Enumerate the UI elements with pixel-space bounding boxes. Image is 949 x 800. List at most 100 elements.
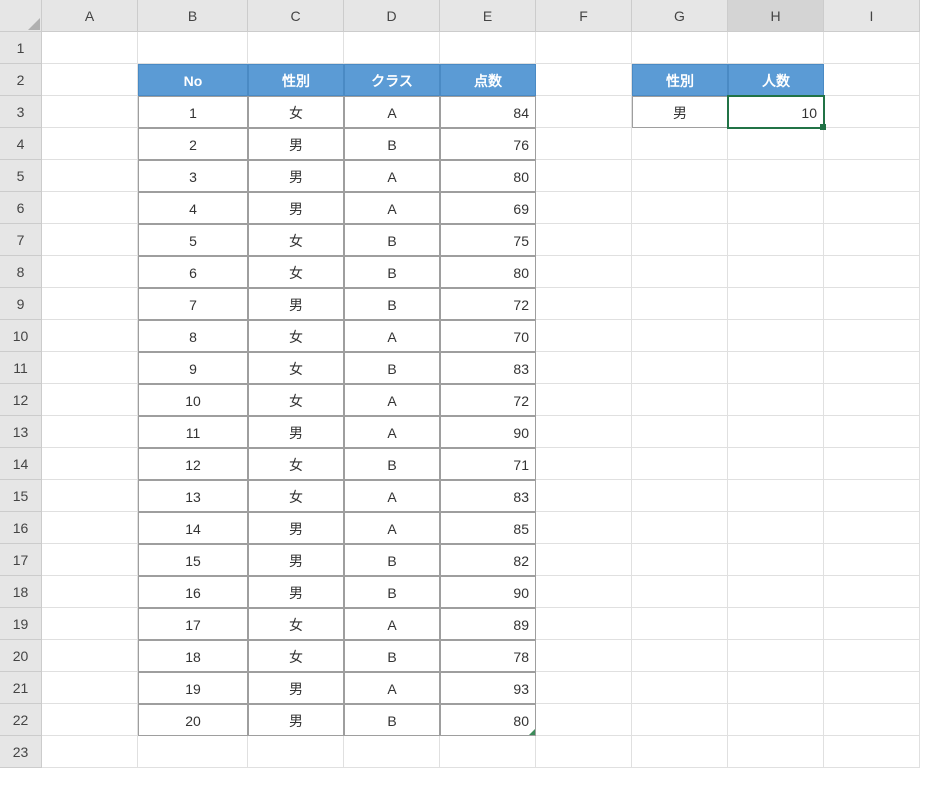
cell-E22[interactable]: 80 — [440, 704, 536, 736]
row-header-2[interactable]: 2 — [0, 64, 42, 96]
row-header-18[interactable]: 18 — [0, 576, 42, 608]
cell-A14[interactable] — [42, 448, 138, 480]
select-all-corner[interactable] — [0, 0, 42, 32]
col-header-C[interactable]: C — [248, 0, 344, 32]
cell-E3[interactable]: 84 — [440, 96, 536, 128]
cell-B11[interactable]: 9 — [138, 352, 248, 384]
cell-D14[interactable]: B — [344, 448, 440, 480]
row-header-3[interactable]: 3 — [0, 96, 42, 128]
row-header-9[interactable]: 9 — [0, 288, 42, 320]
cell-D3[interactable]: A — [344, 96, 440, 128]
cell-H11[interactable] — [728, 352, 824, 384]
cell-E15[interactable]: 83 — [440, 480, 536, 512]
cell-I10[interactable] — [824, 320, 920, 352]
cell-H12[interactable] — [728, 384, 824, 416]
row-header-1[interactable]: 1 — [0, 32, 42, 64]
cell-E13[interactable]: 90 — [440, 416, 536, 448]
cell-C19[interactable]: 女 — [248, 608, 344, 640]
cell-B19[interactable]: 17 — [138, 608, 248, 640]
col-header-B[interactable]: B — [138, 0, 248, 32]
cell-I20[interactable] — [824, 640, 920, 672]
col-header-D[interactable]: D — [344, 0, 440, 32]
cell-G18[interactable] — [632, 576, 728, 608]
cell-B5[interactable]: 3 — [138, 160, 248, 192]
cell-G22[interactable] — [632, 704, 728, 736]
cell-I4[interactable] — [824, 128, 920, 160]
cell-D18[interactable]: B — [344, 576, 440, 608]
cell-C5[interactable]: 男 — [248, 160, 344, 192]
cell-I2[interactable] — [824, 64, 920, 96]
cell-A3[interactable] — [42, 96, 138, 128]
cell-C21[interactable]: 男 — [248, 672, 344, 704]
cell-C3[interactable]: 女 — [248, 96, 344, 128]
cell-B15[interactable]: 13 — [138, 480, 248, 512]
cell-F3[interactable] — [536, 96, 632, 128]
cell-C22[interactable]: 男 — [248, 704, 344, 736]
cell-B6[interactable]: 4 — [138, 192, 248, 224]
cell-E18[interactable]: 90 — [440, 576, 536, 608]
cell-A18[interactable] — [42, 576, 138, 608]
cell-H9[interactable] — [728, 288, 824, 320]
cell-E23[interactable] — [440, 736, 536, 768]
cell-B13[interactable]: 11 — [138, 416, 248, 448]
cell-B1[interactable] — [138, 32, 248, 64]
cell-F7[interactable] — [536, 224, 632, 256]
cell-D13[interactable]: A — [344, 416, 440, 448]
cell-H6[interactable] — [728, 192, 824, 224]
cell-D4[interactable]: B — [344, 128, 440, 160]
cell-C7[interactable]: 女 — [248, 224, 344, 256]
cell-F5[interactable] — [536, 160, 632, 192]
row-header-5[interactable]: 5 — [0, 160, 42, 192]
cell-H15[interactable] — [728, 480, 824, 512]
cell-E17[interactable]: 82 — [440, 544, 536, 576]
row-header-4[interactable]: 4 — [0, 128, 42, 160]
col-header-F[interactable]: F — [536, 0, 632, 32]
cell-E10[interactable]: 70 — [440, 320, 536, 352]
cell-G6[interactable] — [632, 192, 728, 224]
row-header-17[interactable]: 17 — [0, 544, 42, 576]
cell-C11[interactable]: 女 — [248, 352, 344, 384]
cell-D20[interactable]: B — [344, 640, 440, 672]
col-header-A[interactable]: A — [42, 0, 138, 32]
row-header-15[interactable]: 15 — [0, 480, 42, 512]
cell-G15[interactable] — [632, 480, 728, 512]
cell-I17[interactable] — [824, 544, 920, 576]
cell-G10[interactable] — [632, 320, 728, 352]
cell-G16[interactable] — [632, 512, 728, 544]
cell-F1[interactable] — [536, 32, 632, 64]
main-header-no[interactable]: No — [138, 64, 248, 96]
cell-B17[interactable]: 15 — [138, 544, 248, 576]
row-header-23[interactable]: 23 — [0, 736, 42, 768]
cell-D17[interactable]: B — [344, 544, 440, 576]
cell-F20[interactable] — [536, 640, 632, 672]
row-header-13[interactable]: 13 — [0, 416, 42, 448]
cell-C9[interactable]: 男 — [248, 288, 344, 320]
spreadsheet-grid[interactable]: A B C D E F G H I 1 2 No 性別 クラス 点数 性別 人数… — [0, 0, 949, 768]
row-header-6[interactable]: 6 — [0, 192, 42, 224]
cell-A17[interactable] — [42, 544, 138, 576]
cell-A15[interactable] — [42, 480, 138, 512]
cell-B20[interactable]: 18 — [138, 640, 248, 672]
cell-F12[interactable] — [536, 384, 632, 416]
row-header-7[interactable]: 7 — [0, 224, 42, 256]
cell-F10[interactable] — [536, 320, 632, 352]
cell-A20[interactable] — [42, 640, 138, 672]
cell-A2[interactable] — [42, 64, 138, 96]
row-header-21[interactable]: 21 — [0, 672, 42, 704]
cell-H23[interactable] — [728, 736, 824, 768]
cell-H18[interactable] — [728, 576, 824, 608]
cell-E16[interactable]: 85 — [440, 512, 536, 544]
cell-H21[interactable] — [728, 672, 824, 704]
row-header-20[interactable]: 20 — [0, 640, 42, 672]
cell-H20[interactable] — [728, 640, 824, 672]
cell-I15[interactable] — [824, 480, 920, 512]
cell-I19[interactable] — [824, 608, 920, 640]
cell-C10[interactable]: 女 — [248, 320, 344, 352]
cell-B10[interactable]: 8 — [138, 320, 248, 352]
cell-E1[interactable] — [440, 32, 536, 64]
cell-A16[interactable] — [42, 512, 138, 544]
main-header-score[interactable]: 点数 — [440, 64, 536, 96]
cell-F16[interactable] — [536, 512, 632, 544]
cell-E5[interactable]: 80 — [440, 160, 536, 192]
cell-B18[interactable]: 16 — [138, 576, 248, 608]
